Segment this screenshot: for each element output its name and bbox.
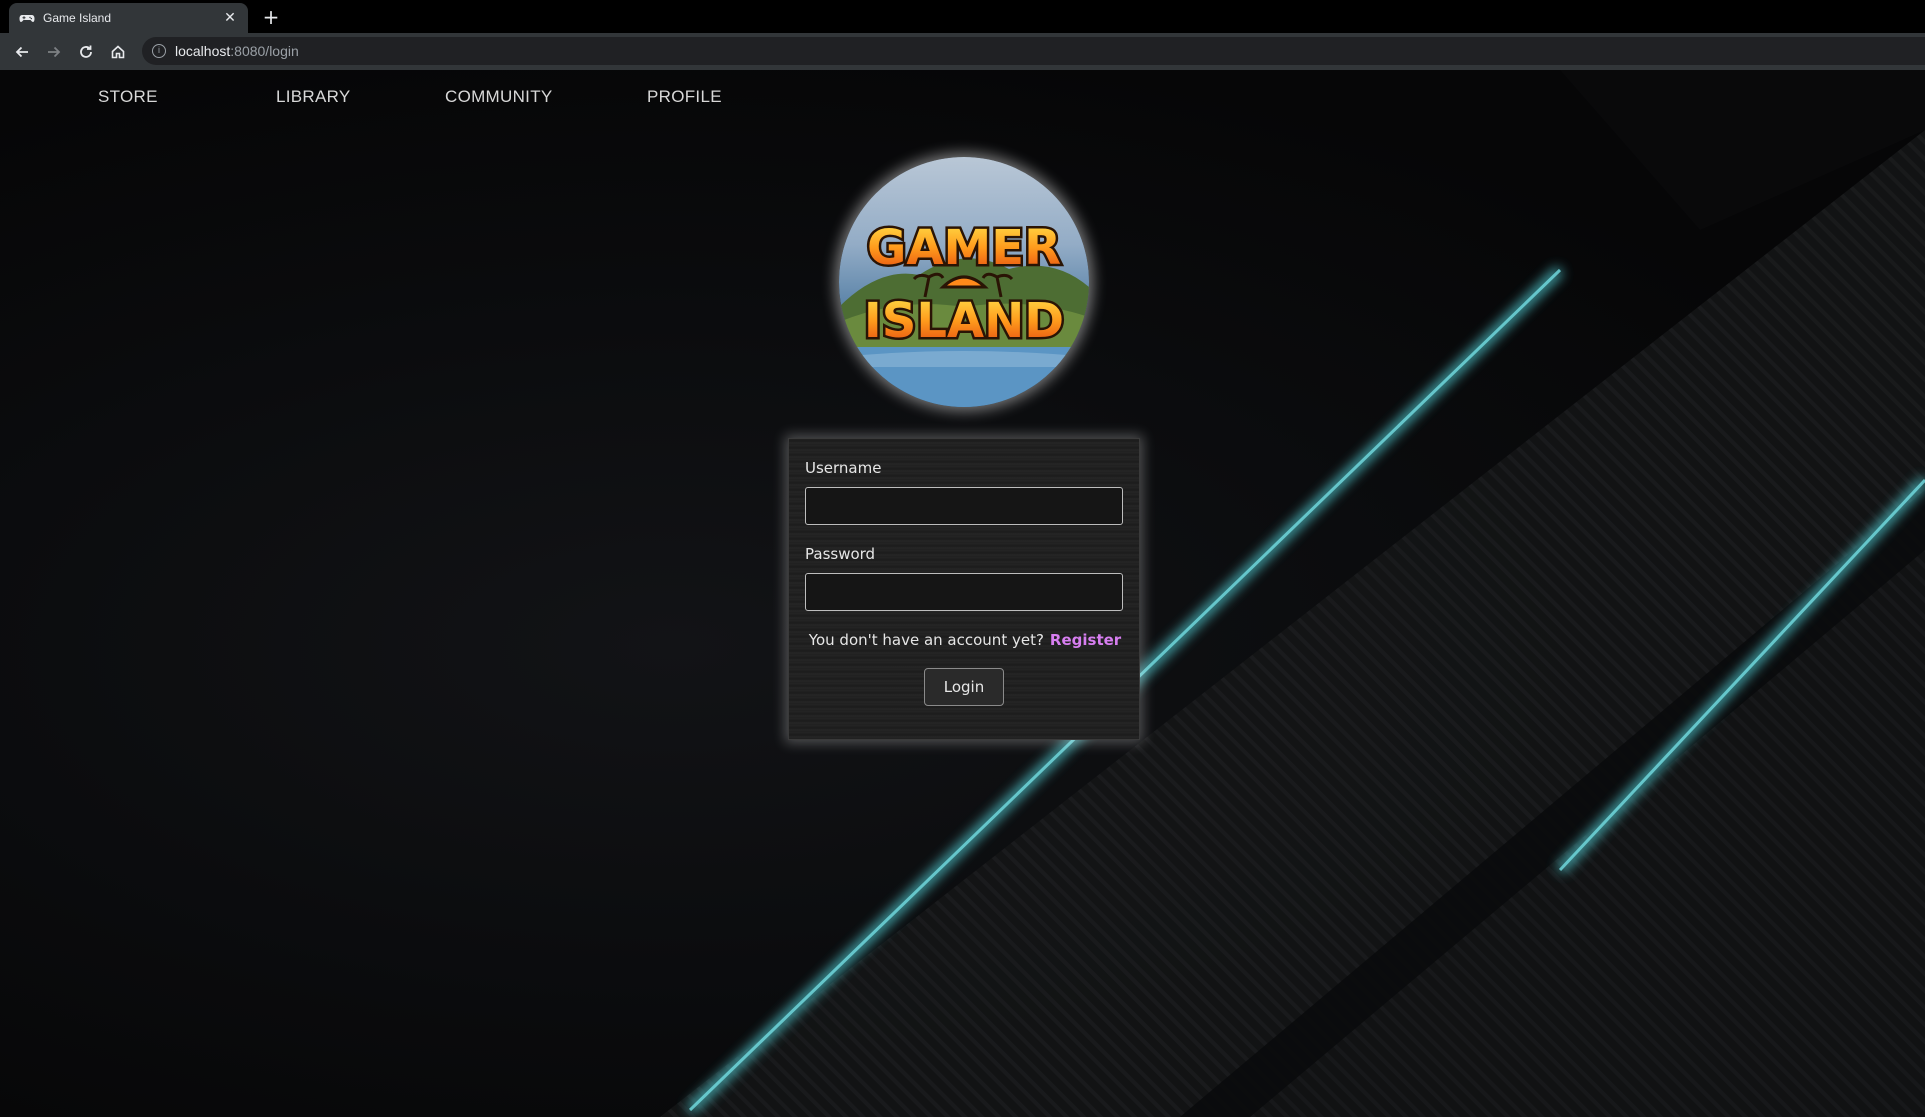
logo-line1: GAMER [867,220,1061,276]
back-arrow-icon[interactable] [6,36,38,68]
username-input[interactable] [805,487,1123,525]
username-label: Username [805,459,882,477]
password-label: Password [805,545,876,563]
home-icon[interactable] [102,36,134,68]
close-icon[interactable]: ✕ [222,10,238,26]
register-prompt: You don't have an account yet? [808,631,1044,649]
gamer-island-logo: GAMER ISLAND [839,157,1089,407]
page-content: STORE LIBRARY COMMUNITY PROFILE GAMER IS… [0,70,1925,1117]
tab-title: Game Island [43,11,112,25]
address-bar[interactable]: i localhost:8080/login [142,37,1925,65]
main-nav: STORE LIBRARY COMMUNITY PROFILE [0,70,1925,120]
browser-tab[interactable]: Game Island ✕ [9,3,248,33]
browser-tab-bar: Game Island ✕ + [0,0,1925,33]
nav-profile[interactable]: PROFILE [647,87,722,107]
login-button[interactable]: Login [924,668,1004,706]
nav-library[interactable]: LIBRARY [276,87,351,107]
nav-community[interactable]: COMMUNITY [445,87,553,107]
new-tab-icon[interactable]: + [260,6,282,28]
gamepad-icon [19,10,35,26]
reload-icon[interactable] [70,36,102,68]
nav-store[interactable]: STORE [98,87,158,107]
logo-line2: ISLAND [864,293,1064,349]
info-icon[interactable]: i [152,44,166,58]
register-prompt-line: You don't have an account yet? Register [789,631,1141,649]
url-host: localhost [175,43,231,59]
password-input[interactable] [805,573,1123,611]
browser-toolbar: i localhost:8080/login [0,33,1925,70]
url-path: :8080/login [230,43,299,59]
forward-arrow-icon[interactable] [38,36,70,68]
register-link[interactable]: Register [1050,631,1121,649]
login-form: Username Password You don't have an acco… [788,438,1140,740]
